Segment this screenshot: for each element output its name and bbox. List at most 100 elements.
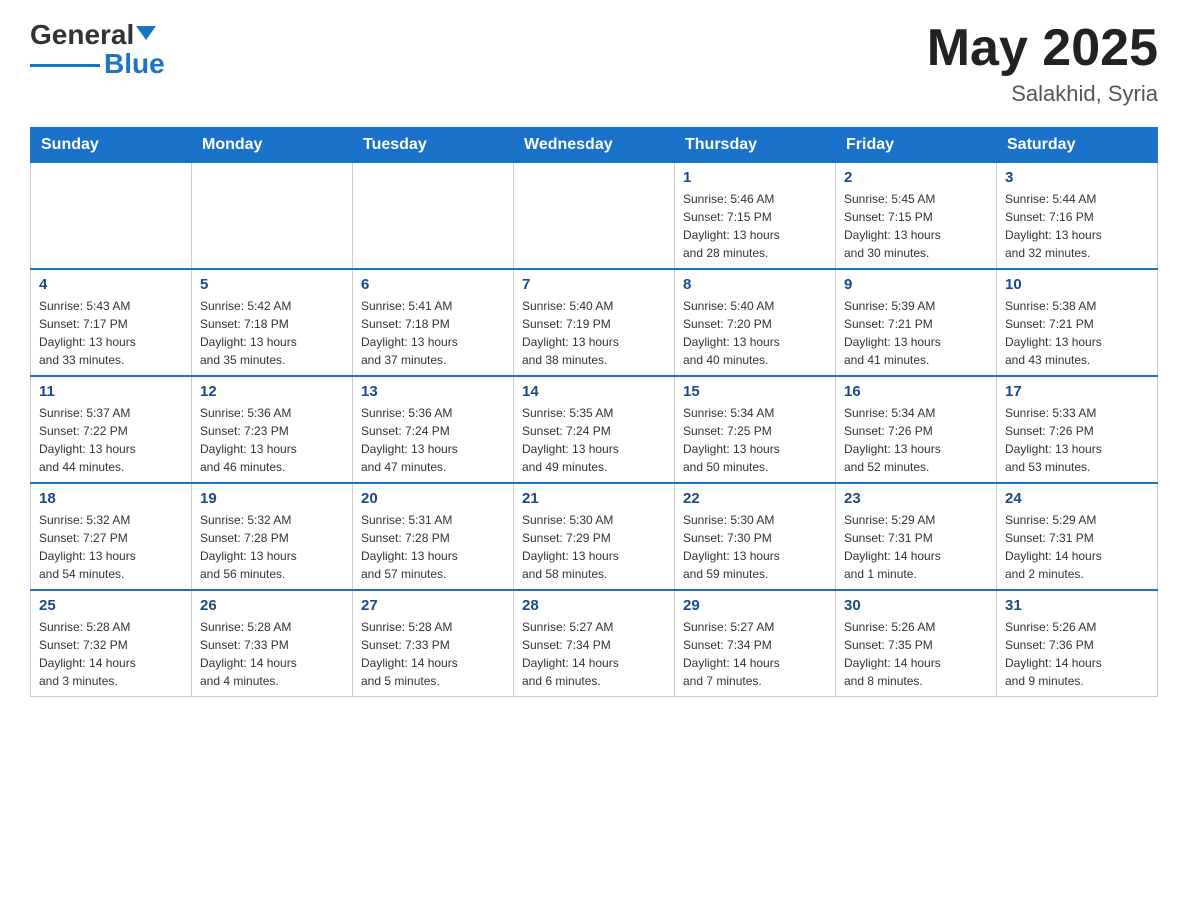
day-info: Sunrise: 5:35 AMSunset: 7:24 PMDaylight:… [522, 404, 666, 476]
day-number: 3 [1005, 169, 1149, 186]
calendar-week-4: 18 Sunrise: 5:32 AMSunset: 7:27 PMDayligh… [31, 483, 1158, 590]
logo-text-general: General [30, 20, 134, 51]
day-info: Sunrise: 5:30 AMSunset: 7:30 PMDaylight:… [683, 511, 827, 583]
day-info: Sunrise: 5:29 AMSunset: 7:31 PMDaylight:… [1005, 511, 1149, 583]
calendar-week-3: 11 Sunrise: 5:37 AMSunset: 7:22 PMDayligh… [31, 376, 1158, 483]
day-number: 30 [844, 597, 988, 614]
day-number: 11 [39, 383, 183, 400]
calendar-cell: 14 Sunrise: 5:35 AMSunset: 7:24 PMDayligh… [514, 376, 675, 483]
day-info: Sunrise: 5:40 AMSunset: 7:20 PMDaylight:… [683, 297, 827, 369]
day-info: Sunrise: 5:36 AMSunset: 7:24 PMDaylight:… [361, 404, 505, 476]
weekday-header-saturday: Saturday [997, 128, 1158, 163]
calendar-cell: 17 Sunrise: 5:33 AMSunset: 7:26 PMDayligh… [997, 376, 1158, 483]
month-title: May 2025 [927, 20, 1158, 77]
day-number: 5 [200, 276, 344, 293]
day-number: 17 [1005, 383, 1149, 400]
calendar-cell: 3 Sunrise: 5:44 AMSunset: 7:16 PMDaylight… [997, 163, 1158, 270]
day-info: Sunrise: 5:28 AMSunset: 7:32 PMDaylight:… [39, 618, 183, 690]
calendar-week-5: 25 Sunrise: 5:28 AMSunset: 7:32 PMDayligh… [31, 590, 1158, 697]
calendar-cell: 24 Sunrise: 5:29 AMSunset: 7:31 PMDayligh… [997, 483, 1158, 590]
day-info: Sunrise: 5:32 AMSunset: 7:28 PMDaylight:… [200, 511, 344, 583]
calendar-cell: 6Sunrise: 5:41 AMSunset: 7:18 PMDaylight… [353, 269, 514, 376]
calendar-cell: 19Sunrise: 5:32 AMSunset: 7:28 PMDayligh… [192, 483, 353, 590]
weekday-header-tuesday: Tuesday [353, 128, 514, 163]
calendar-cell [192, 163, 353, 270]
day-info: Sunrise: 5:34 AMSunset: 7:25 PMDaylight:… [683, 404, 827, 476]
calendar-cell [31, 163, 192, 270]
day-info: Sunrise: 5:45 AMSunset: 7:15 PMDaylight:… [844, 190, 988, 262]
day-info: Sunrise: 5:26 AMSunset: 7:35 PMDaylight:… [844, 618, 988, 690]
day-number: 21 [522, 490, 666, 507]
day-number: 20 [361, 490, 505, 507]
day-info: Sunrise: 5:38 AMSunset: 7:21 PMDaylight:… [1005, 297, 1149, 369]
day-info: Sunrise: 5:28 AMSunset: 7:33 PMDaylight:… [361, 618, 505, 690]
day-info: Sunrise: 5:39 AMSunset: 7:21 PMDaylight:… [844, 297, 988, 369]
title-block: May 2025 Salakhid, Syria [927, 20, 1158, 107]
day-number: 4 [39, 276, 183, 293]
day-number: 16 [844, 383, 988, 400]
day-info: Sunrise: 5:44 AMSunset: 7:16 PMDaylight:… [1005, 190, 1149, 262]
calendar-cell: 15 Sunrise: 5:34 AMSunset: 7:25 PMDayligh… [675, 376, 836, 483]
calendar-cell: 30 Sunrise: 5:26 AMSunset: 7:35 PMDayligh… [836, 590, 997, 697]
calendar-cell: 12Sunrise: 5:36 AMSunset: 7:23 PMDayligh… [192, 376, 353, 483]
calendar-cell: 10 Sunrise: 5:38 AMSunset: 7:21 PMDayligh… [997, 269, 1158, 376]
day-number: 2 [844, 169, 988, 186]
calendar-cell: 16 Sunrise: 5:34 AMSunset: 7:26 PMDayligh… [836, 376, 997, 483]
calendar-cell: 13 Sunrise: 5:36 AMSunset: 7:24 PMDayligh… [353, 376, 514, 483]
day-info: Sunrise: 5:27 AMSunset: 7:34 PMDaylight:… [683, 618, 827, 690]
day-info: Sunrise: 5:37 AMSunset: 7:22 PMDaylight:… [39, 404, 183, 476]
calendar-week-2: 4Sunrise: 5:43 AMSunset: 7:17 PMDaylight… [31, 269, 1158, 376]
day-info: Sunrise: 5:29 AMSunset: 7:31 PMDaylight:… [844, 511, 988, 583]
day-info: Sunrise: 5:33 AMSunset: 7:26 PMDaylight:… [1005, 404, 1149, 476]
day-number: 27 [361, 597, 505, 614]
weekday-header-friday: Friday [836, 128, 997, 163]
day-number: 15 [683, 383, 827, 400]
calendar-cell: 26Sunrise: 5:28 AMSunset: 7:33 PMDayligh… [192, 590, 353, 697]
day-number: 12 [200, 383, 344, 400]
weekday-header-wednesday: Wednesday [514, 128, 675, 163]
day-number: 25 [39, 597, 183, 614]
calendar-cell: 22Sunrise: 5:30 AMSunset: 7:30 PMDayligh… [675, 483, 836, 590]
day-info: Sunrise: 5:40 AMSunset: 7:19 PMDaylight:… [522, 297, 666, 369]
logo-triangle-icon [136, 26, 156, 40]
calendar-cell: 23Sunrise: 5:29 AMSunset: 7:31 PMDayligh… [836, 483, 997, 590]
day-number: 8 [683, 276, 827, 293]
weekday-header-thursday: Thursday [675, 128, 836, 163]
day-number: 1 [683, 169, 827, 186]
calendar-cell: 25 Sunrise: 5:28 AMSunset: 7:32 PMDayligh… [31, 590, 192, 697]
day-info: Sunrise: 5:26 AMSunset: 7:36 PMDaylight:… [1005, 618, 1149, 690]
day-info: Sunrise: 5:42 AMSunset: 7:18 PMDaylight:… [200, 297, 344, 369]
calendar-cell: 2 Sunrise: 5:45 AMSunset: 7:15 PMDaylight… [836, 163, 997, 270]
day-info: Sunrise: 5:31 AMSunset: 7:28 PMDaylight:… [361, 511, 505, 583]
calendar-cell: 20 Sunrise: 5:31 AMSunset: 7:28 PMDayligh… [353, 483, 514, 590]
day-number: 6 [361, 276, 505, 293]
day-info: Sunrise: 5:27 AMSunset: 7:34 PMDaylight:… [522, 618, 666, 690]
day-number: 14 [522, 383, 666, 400]
location-title: Salakhid, Syria [927, 81, 1158, 107]
calendar-cell: 18 Sunrise: 5:32 AMSunset: 7:27 PMDayligh… [31, 483, 192, 590]
day-number: 28 [522, 597, 666, 614]
logo: General Blue [30, 20, 165, 80]
day-info: Sunrise: 5:34 AMSunset: 7:26 PMDaylight:… [844, 404, 988, 476]
calendar-cell: 8 Sunrise: 5:40 AMSunset: 7:20 PMDaylight… [675, 269, 836, 376]
calendar-cell: 27 Sunrise: 5:28 AMSunset: 7:33 PMDayligh… [353, 590, 514, 697]
weekday-header-monday: Monday [192, 128, 353, 163]
day-number: 29 [683, 597, 827, 614]
calendar-cell: 5 Sunrise: 5:42 AMSunset: 7:18 PMDaylight… [192, 269, 353, 376]
day-number: 24 [1005, 490, 1149, 507]
day-info: Sunrise: 5:46 AMSunset: 7:15 PMDaylight:… [683, 190, 827, 262]
calendar-week-1: 1 Sunrise: 5:46 AMSunset: 7:15 PMDaylight… [31, 163, 1158, 270]
day-number: 10 [1005, 276, 1149, 293]
day-number: 31 [1005, 597, 1149, 614]
day-number: 18 [39, 490, 183, 507]
weekday-header-row: SundayMondayTuesdayWednesdayThursdayFrid… [31, 128, 1158, 163]
day-info: Sunrise: 5:32 AMSunset: 7:27 PMDaylight:… [39, 511, 183, 583]
calendar-cell: 21Sunrise: 5:30 AMSunset: 7:29 PMDayligh… [514, 483, 675, 590]
day-number: 13 [361, 383, 505, 400]
calendar-cell: 9Sunrise: 5:39 AMSunset: 7:21 PMDaylight… [836, 269, 997, 376]
logo-text-blue: Blue [104, 49, 165, 80]
day-info: Sunrise: 5:28 AMSunset: 7:33 PMDaylight:… [200, 618, 344, 690]
calendar-cell: 11 Sunrise: 5:37 AMSunset: 7:22 PMDayligh… [31, 376, 192, 483]
logo-line [30, 64, 100, 67]
calendar-cell [514, 163, 675, 270]
